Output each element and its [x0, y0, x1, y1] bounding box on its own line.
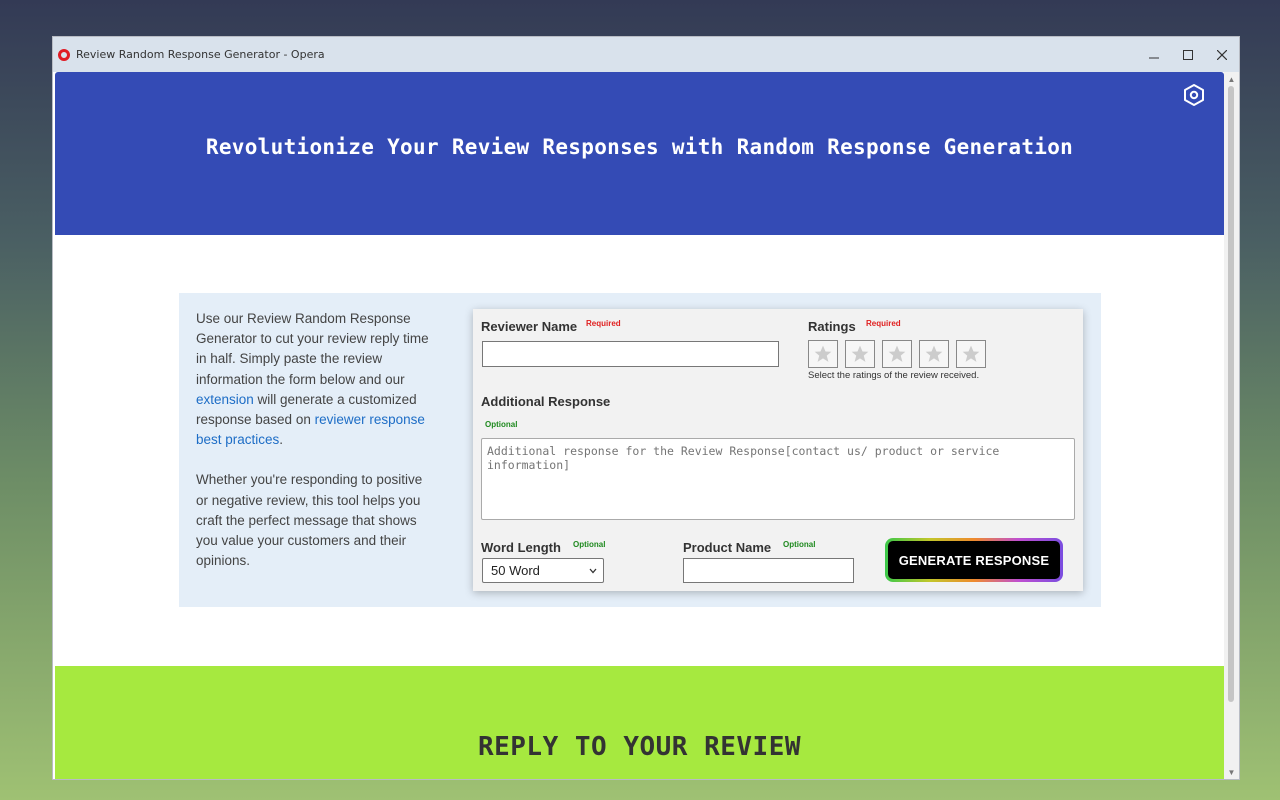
intro-text-part: Use our Review Random Response Generator… — [196, 311, 429, 387]
title-bar[interactable]: Review Random Response Generator - Opera — [53, 37, 1239, 72]
reviewer-name-label: Reviewer Name — [481, 319, 578, 334]
intro-paragraph-2: Whether you're responding to positive or… — [196, 472, 423, 569]
scroll-up-icon[interactable]: ▲ — [1224, 72, 1239, 86]
hero-title: Revolutionize Your Review Responses with… — [205, 135, 1074, 159]
window-title: Review Random Response Generator - Opera — [76, 48, 325, 61]
word-length-select[interactable]: 50 Word — [482, 558, 604, 583]
required-tag: Required — [866, 319, 901, 328]
browser-window: Review Random Response Generator - Opera… — [53, 37, 1239, 779]
scroll-down-icon[interactable]: ▼ — [1224, 765, 1239, 779]
star-icon — [888, 345, 906, 362]
extension-link[interactable]: extension — [196, 392, 254, 407]
intro-text-part: . — [279, 432, 284, 448]
optional-tag: Optional — [783, 540, 816, 549]
optional-tag: Optional — [485, 420, 518, 429]
ratings-label: Ratings — [808, 319, 856, 334]
additional-response-label: Additional Response — [481, 394, 611, 409]
close-icon — [1217, 49, 1227, 60]
star-icon — [962, 345, 980, 362]
close-button[interactable] — [1205, 37, 1239, 72]
reviewer-name-input[interactable] — [482, 341, 779, 367]
reply-section-title: REPLY TO YOUR REVIEW — [477, 732, 802, 762]
reply-section-banner: REPLY TO YOUR REVIEW — [55, 666, 1224, 779]
vertical-scrollbar[interactable]: ▲ ▼ — [1224, 72, 1239, 779]
product-name-input[interactable] — [683, 558, 854, 583]
star-icon — [814, 345, 832, 362]
maximize-icon — [1183, 49, 1193, 60]
word-length-label: Word Length — [481, 540, 561, 555]
star-icon — [851, 345, 869, 362]
star-3[interactable] — [882, 340, 912, 368]
star-1[interactable] — [808, 340, 838, 368]
chevron-down-icon — [589, 568, 597, 574]
scroll-thumb[interactable] — [1228, 86, 1234, 702]
response-form: Reviewer Name Required Ratings Required … — [473, 309, 1083, 591]
product-name-label: Product Name — [683, 540, 772, 555]
star-4[interactable] — [919, 340, 949, 368]
intro-text: Use our Review Random Response Generator… — [196, 309, 436, 571]
star-icon — [925, 345, 943, 362]
star-5[interactable] — [956, 340, 986, 368]
window-controls — [1137, 37, 1239, 72]
minimize-button[interactable] — [1137, 37, 1171, 72]
optional-tag: Optional — [573, 540, 606, 549]
minimize-icon — [1149, 57, 1159, 58]
star-2[interactable] — [845, 340, 875, 368]
generator-section: Use our Review Random Response Generator… — [179, 293, 1101, 607]
additional-response-textarea[interactable] — [481, 438, 1075, 520]
generate-response-button[interactable]: GENERATE RESPONSE — [885, 538, 1063, 582]
gear-icon[interactable] — [1182, 83, 1206, 107]
intro-paragraph-1: Use our Review Random Response Generator… — [196, 309, 436, 450]
required-tag: Required — [586, 319, 621, 328]
word-length-value: 50 Word — [491, 563, 540, 578]
opera-logo-icon — [58, 48, 70, 61]
rating-stars — [808, 340, 986, 368]
hero-banner: Revolutionize Your Review Responses with… — [55, 72, 1224, 235]
ratings-hint: Select the ratings of the review receive… — [808, 370, 980, 381]
maximize-button[interactable] — [1171, 37, 1205, 72]
